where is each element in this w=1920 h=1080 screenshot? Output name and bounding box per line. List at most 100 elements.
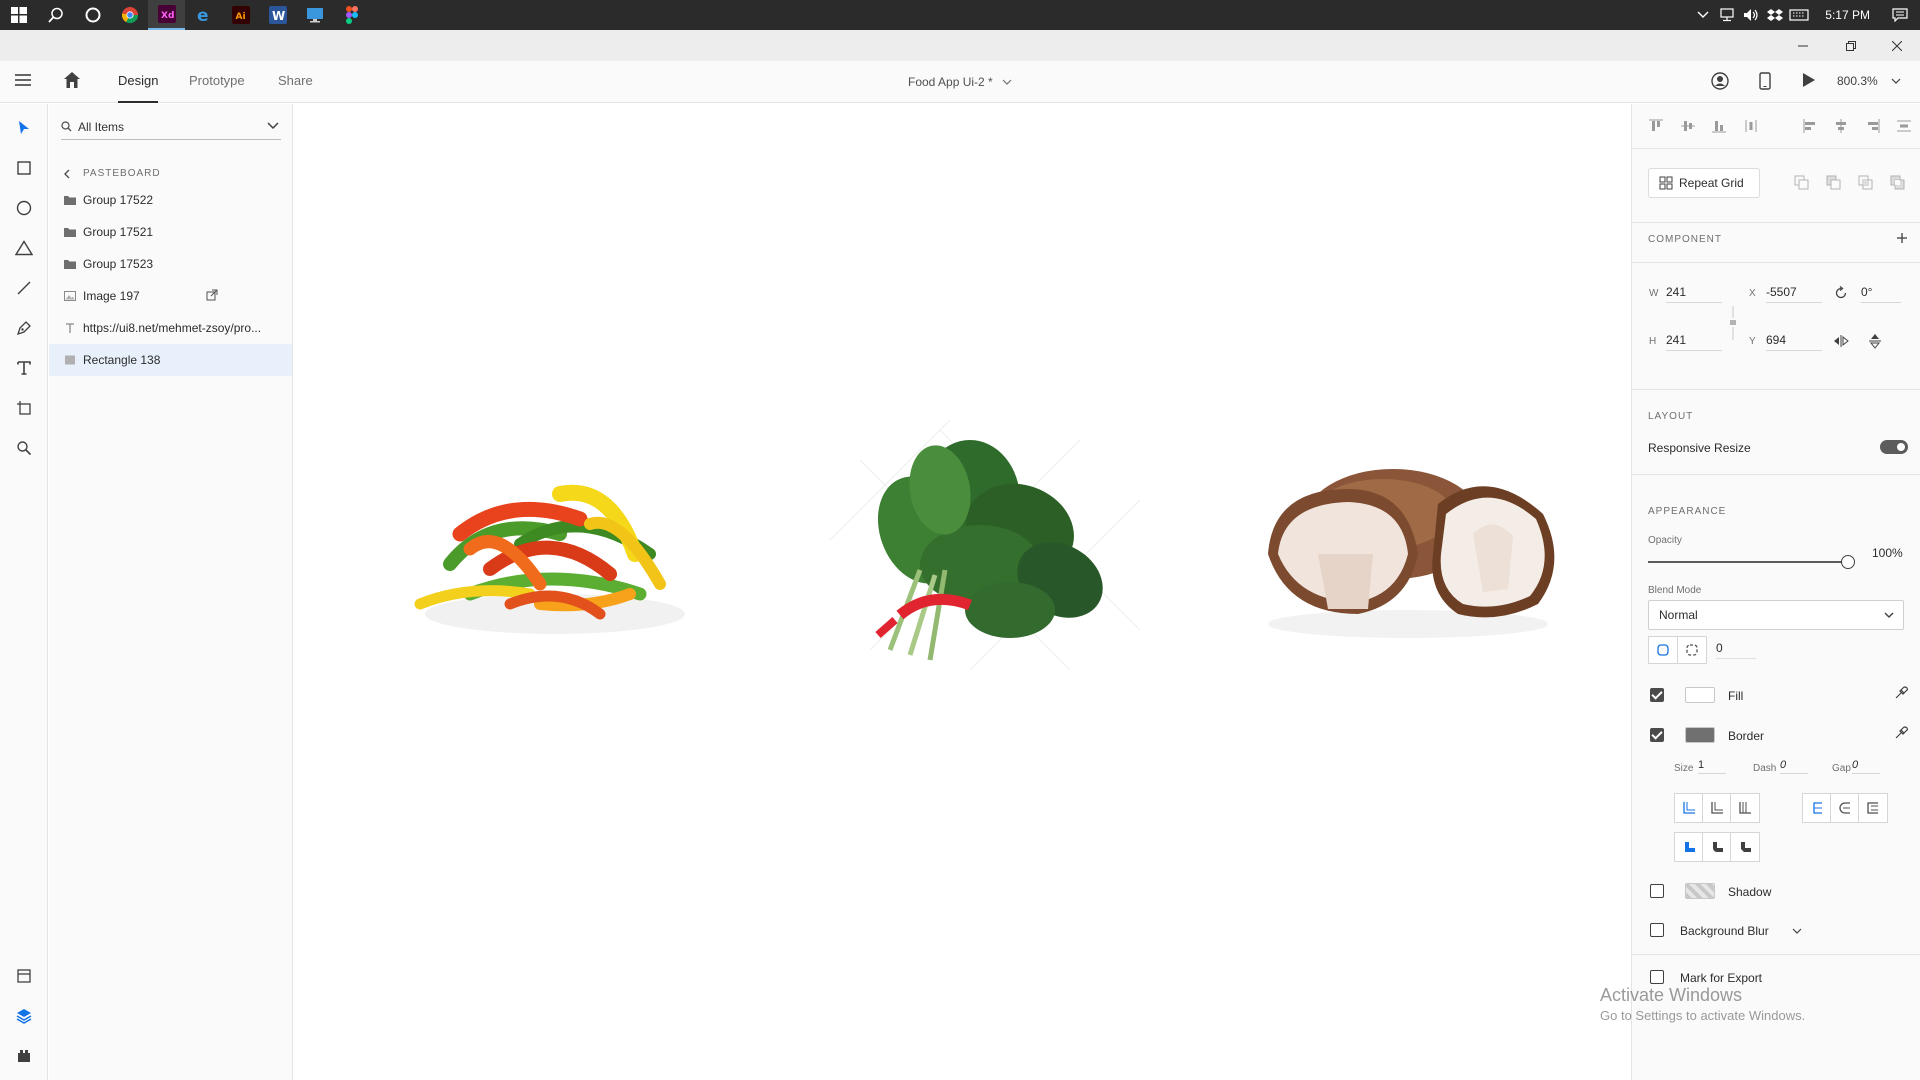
spinach-image[interactable] xyxy=(820,420,1150,680)
miter-join-button[interactable] xyxy=(1675,833,1703,861)
boolean-add-icon[interactable] xyxy=(1794,175,1810,191)
share-user-icon[interactable] xyxy=(1711,72,1729,93)
x-input[interactable]: -5507 xyxy=(1766,285,1822,303)
fill-checkbox[interactable] xyxy=(1650,688,1664,702)
remote-desktop-icon[interactable] xyxy=(296,0,333,30)
border-size-input[interactable]: 1 xyxy=(1698,759,1726,774)
tab-design[interactable]: Design xyxy=(118,73,159,103)
layer-row[interactable]: Group 17522 xyxy=(49,184,292,216)
inner-stroke-button[interactable] xyxy=(1675,794,1703,822)
blend-mode-select[interactable]: Normal xyxy=(1648,600,1904,630)
round-join-button[interactable] xyxy=(1703,833,1731,861)
boolean-exclude-icon[interactable] xyxy=(1890,175,1906,191)
corner-radius-input[interactable]: 0 xyxy=(1716,641,1756,659)
hamburger-menu-icon[interactable] xyxy=(14,73,32,90)
polygon-tool-icon[interactable] xyxy=(12,236,36,260)
rectangle-tool-icon[interactable] xyxy=(12,156,36,180)
align-center-icon[interactable] xyxy=(1833,118,1849,134)
eyedropper-icon[interactable] xyxy=(1894,686,1908,700)
pen-tool-icon[interactable] xyxy=(12,316,36,340)
align-right-icon[interactable] xyxy=(1865,118,1881,134)
add-component-icon[interactable] xyxy=(1896,232,1908,244)
uniform-corner-button[interactable] xyxy=(1648,636,1678,664)
align-left-icon[interactable] xyxy=(1802,118,1818,134)
assets-panel-icon[interactable] xyxy=(12,964,36,988)
windows-start-icon[interactable] xyxy=(0,0,37,30)
round-cap-button[interactable] xyxy=(1831,794,1859,822)
opacity-value[interactable]: 100% xyxy=(1872,546,1903,560)
close-icon[interactable] xyxy=(1874,30,1920,61)
flip-horizontal-icon[interactable] xyxy=(1833,335,1849,347)
opacity-slider-track[interactable] xyxy=(1648,561,1848,563)
artboard-tool-icon[interactable] xyxy=(12,396,36,420)
design-canvas[interactable] xyxy=(294,104,1630,1080)
tab-prototype[interactable]: Prototype xyxy=(189,73,245,103)
adobe-illustrator-icon[interactable]: Ai xyxy=(222,0,259,30)
shadow-color-swatch[interactable] xyxy=(1685,883,1715,899)
boolean-subtract-icon[interactable] xyxy=(1826,175,1842,191)
flip-vertical-icon[interactable] xyxy=(1869,333,1881,349)
border-dash-input[interactable]: 0 xyxy=(1780,759,1808,774)
lock-aspect-icon[interactable] xyxy=(1728,306,1738,340)
square-cap-button[interactable] xyxy=(1859,794,1887,822)
bevel-join-button[interactable] xyxy=(1731,833,1759,861)
layer-row[interactable]: https://ui8.net/mehmet-zsoy/pro... xyxy=(49,312,292,344)
adobe-xd-icon[interactable]: Xd xyxy=(148,0,185,30)
layer-row[interactable]: Rectangle 138 xyxy=(49,344,292,376)
center-stroke-button[interactable] xyxy=(1731,794,1759,822)
device-preview-icon[interactable] xyxy=(1759,72,1771,93)
cortana-icon[interactable] xyxy=(74,0,111,30)
text-tool-icon[interactable] xyxy=(12,356,36,380)
responsive-resize-toggle[interactable] xyxy=(1880,440,1908,454)
zoom-tool-icon[interactable] xyxy=(12,436,36,460)
boolean-intersect-icon[interactable] xyxy=(1858,175,1874,191)
shadow-checkbox[interactable] xyxy=(1650,884,1664,898)
line-tool-icon[interactable] xyxy=(12,276,36,300)
layers-panel-icon[interactable] xyxy=(12,1004,36,1028)
width-input[interactable]: 241 xyxy=(1666,285,1722,303)
home-icon[interactable] xyxy=(63,71,81,92)
minimize-icon[interactable] xyxy=(1780,30,1826,61)
chrome-icon[interactable] xyxy=(111,0,148,30)
play-preview-icon[interactable] xyxy=(1802,72,1816,91)
pasteboard-breadcrumb[interactable]: PASTEBOARD xyxy=(63,168,161,179)
edge-icon[interactable]: e xyxy=(185,0,222,30)
per-corner-button[interactable] xyxy=(1677,636,1707,664)
fill-color-swatch[interactable] xyxy=(1685,687,1715,703)
tab-share[interactable]: Share xyxy=(278,73,313,103)
chevron-down-icon[interactable] xyxy=(1792,927,1802,935)
figma-icon[interactable] xyxy=(333,0,370,30)
bell-pepper-image[interactable] xyxy=(410,444,700,644)
height-input[interactable]: 241 xyxy=(1666,333,1722,351)
clock[interactable]: 5:17 PM xyxy=(1811,8,1888,22)
dropbox-icon[interactable] xyxy=(1763,0,1787,30)
select-tool-icon[interactable] xyxy=(12,116,36,140)
border-color-swatch[interactable] xyxy=(1685,727,1715,743)
chevron-up-icon[interactable] xyxy=(1691,0,1715,30)
layer-row[interactable]: Group 17521 xyxy=(49,216,292,248)
distribute-vertical-icon[interactable] xyxy=(1743,118,1759,134)
volume-icon[interactable] xyxy=(1739,0,1763,30)
eyedropper-icon[interactable] xyxy=(1894,726,1908,740)
background-blur-checkbox[interactable] xyxy=(1650,923,1664,937)
butt-cap-button[interactable] xyxy=(1803,794,1831,822)
notifications-icon[interactable] xyxy=(1888,0,1912,30)
opacity-slider-thumb[interactable] xyxy=(1841,555,1855,569)
network-icon[interactable] xyxy=(1715,0,1739,30)
align-top-icon[interactable] xyxy=(1648,118,1664,134)
border-checkbox[interactable] xyxy=(1650,728,1664,742)
align-middle-icon[interactable] xyxy=(1680,118,1696,134)
search-icon[interactable] xyxy=(37,0,74,30)
word-icon[interactable]: W xyxy=(259,0,296,30)
layer-row[interactable]: Group 17523 xyxy=(49,248,292,280)
plugins-panel-icon[interactable] xyxy=(12,1044,36,1068)
mushrooms-image[interactable] xyxy=(1258,444,1568,644)
keyboard-icon[interactable] xyxy=(1787,0,1811,30)
layer-row[interactable]: Image 197 xyxy=(49,280,292,312)
layers-filter-dropdown[interactable]: All Items xyxy=(61,114,281,140)
outer-stroke-button[interactable] xyxy=(1703,794,1731,822)
mark-for-export-checkbox[interactable] xyxy=(1650,970,1664,984)
zoom-level[interactable]: 800.3% xyxy=(1837,74,1901,88)
distribute-horizontal-icon[interactable] xyxy=(1896,118,1912,134)
border-gap-input[interactable]: 0 xyxy=(1852,759,1880,774)
